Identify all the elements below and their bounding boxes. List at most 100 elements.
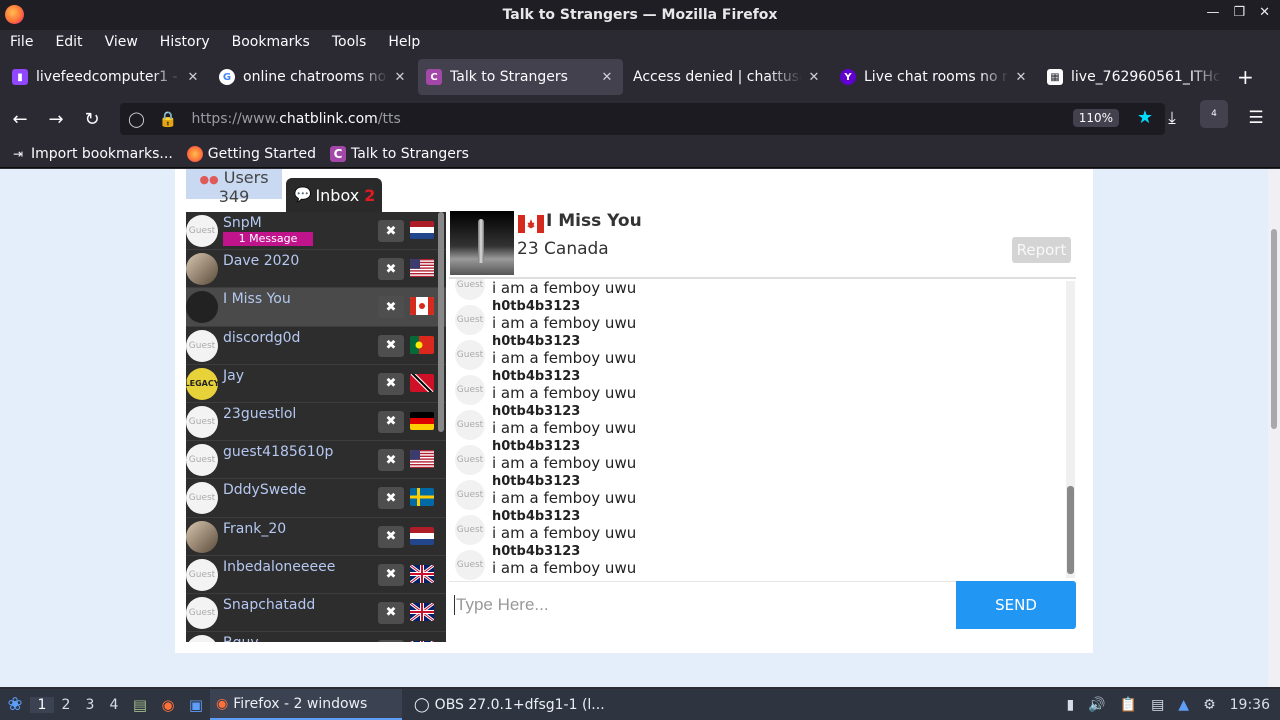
message-input[interactable] [454,595,944,615]
close-icon[interactable]: ✕ [1259,5,1270,20]
downloads-icon[interactable]: ⤓ [1158,104,1186,132]
user-name[interactable]: Dave 2020 [223,253,299,269]
menu-bookmarks[interactable]: Bookmarks [232,34,310,50]
user-name[interactable]: SnpM [223,215,262,231]
user-list-item[interactable]: Guest Inbedaloneeeee ✖ [186,556,446,594]
close-chat-icon[interactable]: ✖ [378,601,404,624]
minimize-icon[interactable]: — [1206,5,1219,20]
user-list-item[interactable]: LEGACY Jay ✖ [186,365,446,403]
avatar[interactable]: Guest [455,445,485,475]
message-sender[interactable]: h0tb4b3123 [492,474,580,489]
extension-icon[interactable]: ◉4 [1200,100,1228,132]
close-chat-icon[interactable]: ✖ [378,487,404,510]
tab-close-icon[interactable]: ✕ [392,70,408,85]
avatar[interactable]: Guest [455,550,485,580]
message-sender[interactable]: h0tb4b3123 [492,544,580,559]
user-list-item[interactable]: Guest Bguy ✖ [186,632,446,642]
user-list-item[interactable]: Dave 2020 ✖ [186,250,446,289]
workspace-1[interactable]: 1 [30,696,54,713]
close-chat-icon[interactable]: ✖ [378,220,404,242]
message-sender[interactable]: h0tb4b3123 [492,404,580,419]
tab-talk-to-strangers[interactable]: C Talk to Strangers ✕ [418,59,623,95]
tab-google[interactable]: G online chatrooms no sig ✕ [211,59,416,95]
close-chat-icon[interactable]: ✖ [378,449,404,472]
user-list-item[interactable]: Guest guest4185610p ✖ [186,441,446,480]
file-manager-icon[interactable]: ▤ [126,691,154,719]
message-sender[interactable]: h0tb4b3123 [492,439,580,454]
user-list-item[interactable]: I Miss You ✖ [186,288,446,327]
terminal-icon[interactable]: ▣ [182,691,210,719]
avatar[interactable]: Guest [186,482,218,515]
close-chat-icon[interactable]: ✖ [378,640,404,642]
bookmark-import[interactable]: ⇥ Import bookmarks... [10,146,173,162]
display-icon[interactable]: ▤ [1151,697,1164,713]
zoom-indicator[interactable]: 110% [1072,109,1119,127]
tab-live-chat[interactable]: Y Live chat rooms no reg ✕ [832,59,1037,95]
user-name[interactable]: Frank_20 [223,521,286,537]
tab-close-icon[interactable]: ✕ [185,70,201,85]
update-icon[interactable]: ▲ [1178,697,1189,713]
close-chat-icon[interactable]: ✖ [378,334,404,357]
avatar[interactable]: LEGACY [186,367,218,400]
bookmark-talk-to-strangers[interactable]: C Talk to Strangers [330,145,469,162]
avatar[interactable]: Guest [455,480,485,510]
menu-view[interactable]: View [105,34,138,50]
message-sender[interactable]: h0tb4b3123 [492,369,580,384]
avatar[interactable]: Guest [186,215,218,247]
back-icon[interactable]: ← [4,103,36,135]
user-name[interactable]: I Miss You [223,291,291,307]
avatar[interactable]: Guest [186,596,218,629]
profile-picture[interactable] [450,211,514,275]
user-list-item[interactable]: Guest SnpM 1 Message ✖ [186,212,446,251]
user-name[interactable]: Jay [223,368,244,384]
lock-icon[interactable]: 🔒 [159,110,178,128]
menu-edit[interactable]: Edit [55,34,82,50]
tab-twitch[interactable]: ▮ livefeedcomputer1 - Tw ✕ [4,59,209,95]
avatar[interactable]: Guest [186,405,218,438]
user-name[interactable]: DddySwede [223,482,306,498]
user-name[interactable]: Inbedaloneeeee [223,559,335,575]
user-name[interactable]: Bguy [223,635,259,642]
tab-close-icon[interactable]: ✕ [599,70,615,85]
user-list-item[interactable]: Guest Snapchatadd ✖ [186,594,446,633]
tab-close-icon[interactable]: ✕ [806,70,822,85]
start-menu-icon[interactable]: ❀ [0,690,30,720]
avatar[interactable] [186,291,218,324]
avatar[interactable]: Guest [186,558,218,591]
menu-help[interactable]: Help [388,34,420,50]
volume-icon[interactable]: 🔊 [1088,697,1105,713]
url-text[interactable]: https://www.chatblink.com/tts [191,111,400,127]
user-name[interactable]: discordg0d [223,330,300,346]
workspace-3[interactable]: 3 [78,697,102,713]
avatar[interactable]: Guest [186,444,218,477]
shield-icon[interactable]: ◯ [128,110,145,128]
avatar[interactable]: Guest [455,515,485,545]
avatar[interactable] [186,253,218,286]
menu-history[interactable]: History [160,34,210,50]
tab-access-denied[interactable]: Access denied | chattusa ✕ [625,59,830,95]
user-name[interactable]: guest4185610p [223,444,333,460]
close-chat-icon[interactable]: ✖ [378,410,404,433]
send-button[interactable]: SEND [956,581,1076,629]
bookmark-getting-started[interactable]: Getting Started [186,145,316,162]
close-chat-icon[interactable]: ✖ [378,296,404,319]
tab-close-icon[interactable]: ✕ [1013,70,1029,85]
menu-tools[interactable]: Tools [332,34,367,50]
message-sender[interactable]: h0tb4b3123 [492,334,580,349]
firefox-launcher-icon[interactable]: ◉ [154,691,182,719]
clock[interactable]: 19:36 [1230,697,1270,713]
message-sender[interactable]: h0tb4b3123 [492,299,580,314]
avatar[interactable]: Guest [455,279,485,300]
taskbar-firefox[interactable]: ◉ Firefox - 2 windows [210,689,402,720]
battery-icon[interactable]: ▮ [1066,697,1074,713]
tab-live-file[interactable]: ▦ live_762960561_ITHcJI [1039,59,1229,95]
reload-icon[interactable]: ↻ [76,103,108,135]
report-button[interactable]: Report [1012,237,1071,263]
avatar[interactable]: Guest [455,375,485,405]
close-chat-icon[interactable]: ✖ [378,563,404,586]
restore-icon[interactable]: ❒ [1233,5,1245,20]
network-icon[interactable]: ⚙ [1203,697,1216,713]
avatar[interactable]: Guest [186,329,218,362]
user-list-scrollbar[interactable] [438,212,444,432]
avatar[interactable]: Guest [455,305,485,335]
